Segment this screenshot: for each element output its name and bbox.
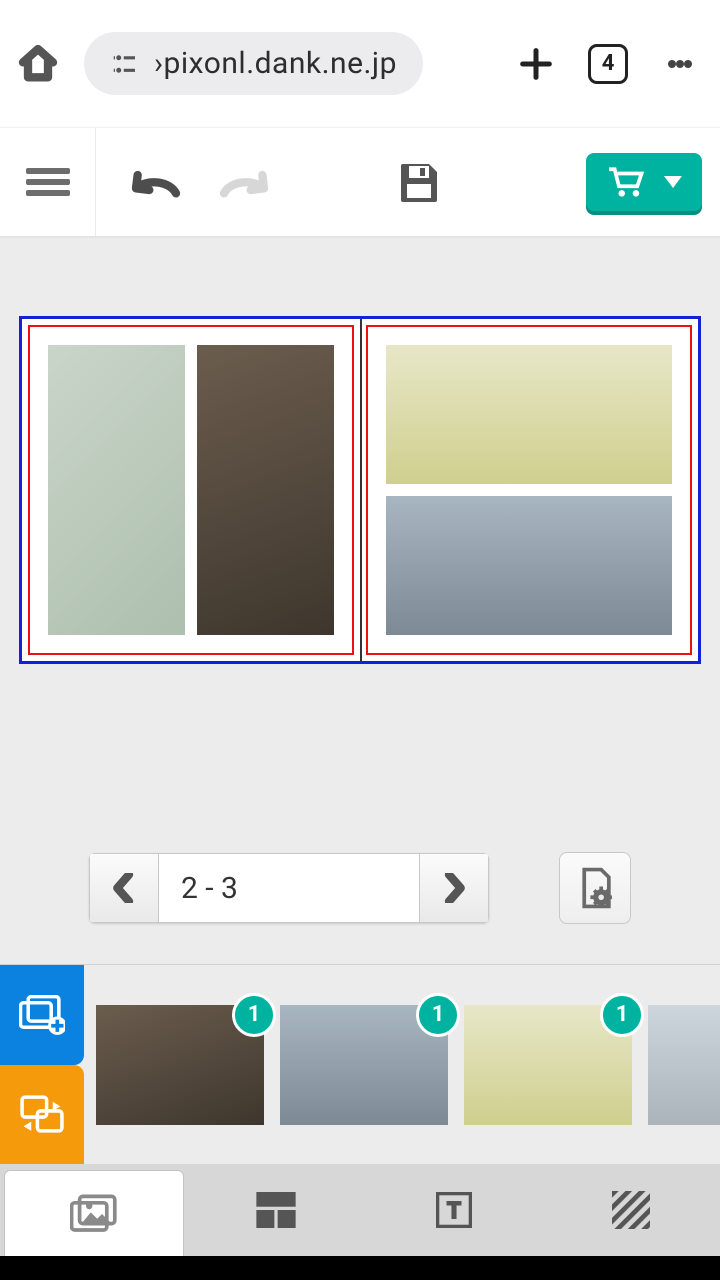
url-bar[interactable]: ›pixonl.dank.ne.jp <box>84 32 423 95</box>
tab-photos[interactable] <box>4 1170 184 1256</box>
page-gear-icon <box>575 866 615 910</box>
page-right[interactable] <box>366 325 692 655</box>
image-tray: 1 1 1 <box>0 964 720 1164</box>
redo-button[interactable] <box>214 158 274 206</box>
chevron-left-icon <box>113 873 135 903</box>
url-text: ›pixonl.dank.ne.jp <box>154 46 397 81</box>
android-navbar <box>0 1256 720 1280</box>
browser-toolbar: ›pixonl.dank.ne.jp 4 <box>0 0 720 128</box>
save-icon <box>395 158 443 206</box>
save-button[interactable] <box>395 158 465 206</box>
site-settings-icon <box>110 49 140 79</box>
thumbnail-strip[interactable]: 1 1 1 <box>84 965 720 1164</box>
use-count-badge: 1 <box>416 993 460 1037</box>
main-menu-button[interactable] <box>0 128 96 236</box>
page-spread[interactable] <box>19 316 701 664</box>
thumbnail[interactable]: 1 <box>96 1005 264 1125</box>
thumbnail[interactable] <box>648 1005 720 1125</box>
thumbnail[interactable]: 1 <box>280 1005 448 1125</box>
photo-slot[interactable] <box>48 345 185 635</box>
plus-icon <box>516 44 556 84</box>
tabs-button[interactable]: 4 <box>584 40 632 88</box>
kebab-icon <box>668 60 676 68</box>
tab-background[interactable] <box>543 1164 720 1256</box>
undo-icon <box>126 158 186 202</box>
editor-canvas: 2 - 3 <box>0 238 720 964</box>
tray-side-buttons <box>0 965 84 1164</box>
prev-page-button[interactable] <box>89 853 159 923</box>
page-range-label: 2 - 3 <box>159 853 419 923</box>
home-icon <box>18 44 58 84</box>
hamburger-icon <box>26 163 70 201</box>
autofill-icon <box>19 1094 65 1134</box>
tabs-count: 4 <box>602 51 615 76</box>
mode-tabs <box>0 1164 720 1256</box>
tabs-count-box: 4 <box>588 44 628 84</box>
caret-down-icon <box>664 175 682 189</box>
tab-layouts[interactable] <box>188 1164 366 1256</box>
undo-button[interactable] <box>126 158 186 206</box>
use-count-badge: 1 <box>600 993 644 1037</box>
new-tab-button[interactable] <box>512 40 560 88</box>
autofill-button[interactable] <box>0 1065 84 1165</box>
tab-text[interactable] <box>365 1164 543 1256</box>
photo-slot[interactable] <box>386 496 672 635</box>
pager-row: 2 - 3 <box>89 852 631 924</box>
browser-menu-button[interactable] <box>656 40 704 88</box>
layout-icon <box>256 1192 296 1228</box>
redo-icon <box>214 158 274 202</box>
add-photo-icon <box>19 995 65 1035</box>
chevron-right-icon <box>443 873 465 903</box>
cart-icon <box>606 165 646 199</box>
browser-home-button[interactable] <box>16 42 60 86</box>
photos-icon <box>70 1194 118 1234</box>
page-navigator: 2 - 3 <box>89 853 489 923</box>
photo-slot[interactable] <box>197 345 334 635</box>
photo-slot[interactable] <box>386 345 672 484</box>
page-left[interactable] <box>28 325 354 655</box>
page-settings-button[interactable] <box>559 852 631 924</box>
text-icon <box>436 1192 472 1228</box>
next-page-button[interactable] <box>419 853 489 923</box>
cart-button[interactable] <box>586 153 702 211</box>
thumbnail[interactable]: 1 <box>464 1005 632 1125</box>
pattern-icon <box>612 1191 650 1229</box>
use-count-badge: 1 <box>232 993 276 1037</box>
add-photos-button[interactable] <box>0 965 84 1065</box>
editor-toolbar <box>0 128 720 238</box>
